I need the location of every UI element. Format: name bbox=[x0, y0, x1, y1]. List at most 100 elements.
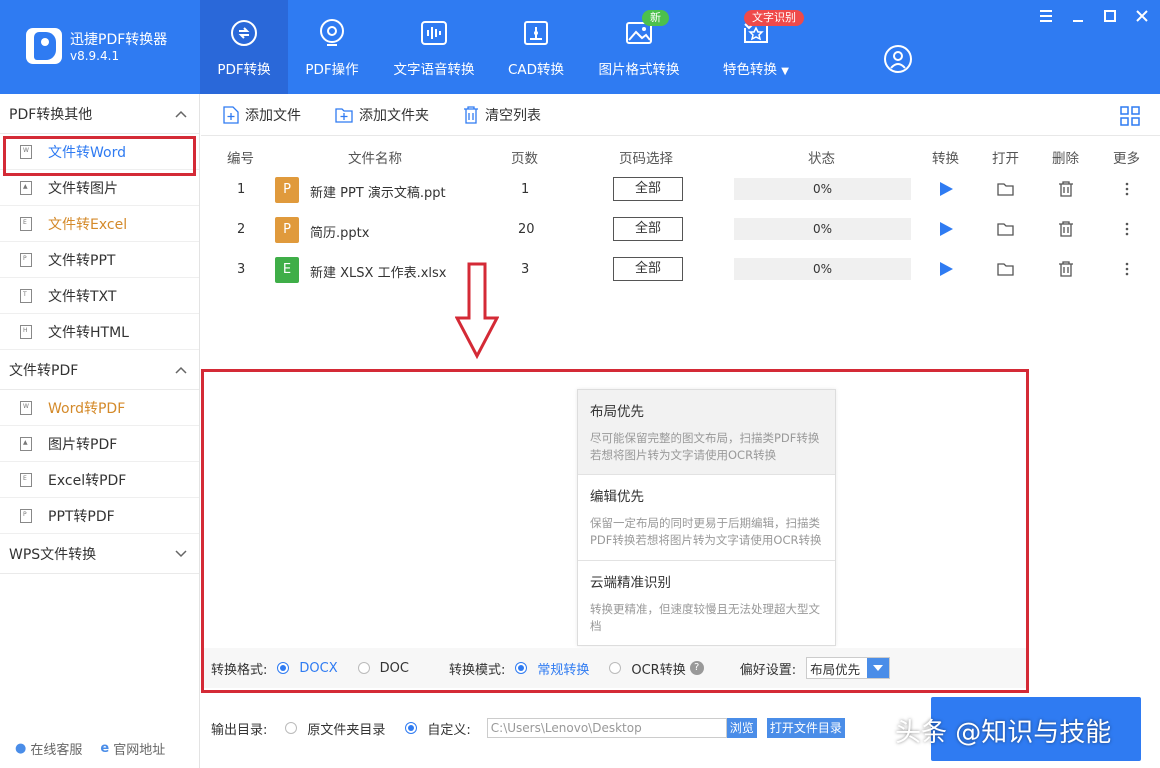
more-vertical-icon[interactable] bbox=[1118, 180, 1136, 198]
folder-open-icon[interactable] bbox=[997, 260, 1015, 278]
sidebar-group-to-pdf[interactable]: 文件转PDF bbox=[0, 350, 199, 390]
help-icon[interactable]: ? bbox=[689, 661, 704, 675]
official-site-link[interactable]: e 官网地址 bbox=[100, 739, 165, 758]
nav-voice-convert[interactable]: 文字语音转换 bbox=[376, 0, 492, 94]
format-doc-radio[interactable]: DOC bbox=[357, 661, 409, 676]
sidebar-item-image-to-pdf[interactable]: ▲ 图片转PDF bbox=[0, 426, 199, 462]
new-badge: 新 bbox=[642, 10, 669, 26]
group-label: PDF转换其他 bbox=[9, 106, 93, 123]
format-docx-radio[interactable]: DOCX bbox=[277, 661, 338, 676]
pref-option-layout[interactable]: 布局优先 尽可能保留完整的图文布局，扫描类PDF转换若想将图片转为文字请使用OC… bbox=[578, 390, 835, 475]
sidebar-item-to-ppt[interactable]: P 文件转PPT bbox=[0, 242, 199, 278]
html-file-icon: H bbox=[20, 324, 32, 339]
browse-button[interactable]: 浏览 bbox=[726, 718, 757, 738]
watermark-text: 头条 @知识与技能 bbox=[895, 718, 1112, 748]
excel-file-icon: E bbox=[20, 216, 32, 231]
page-range-button[interactable]: 全部 bbox=[613, 177, 683, 201]
grid-view-icon[interactable] bbox=[1120, 106, 1140, 126]
output-custom-radio[interactable]: 自定义: bbox=[405, 719, 471, 738]
col-pages: 页数 bbox=[511, 151, 538, 167]
col-status: 状态 bbox=[808, 151, 835, 167]
conversion-settings: 转换格式: DOCX DOC 转换模式: 常规转换 OCR转换? 偏好设置: 布… bbox=[201, 648, 1028, 688]
group-label: WPS文件转换 bbox=[9, 546, 97, 563]
file-name: 新建 PPT 演示文稿.ppt bbox=[310, 186, 446, 201]
word-file-icon: W bbox=[20, 400, 32, 415]
nav-pdf-convert[interactable]: PDF转换 bbox=[200, 0, 288, 94]
file-name: 新建 XLSX 工作表.xlsx bbox=[310, 266, 447, 281]
page-count: 1 bbox=[521, 182, 530, 197]
status-progress: 0% bbox=[734, 258, 911, 280]
col-page-range: 页码选择 bbox=[619, 151, 673, 167]
col-open: 打开 bbox=[992, 151, 1019, 167]
table-row[interactable]: 1 P 新建 PPT 演示文稿.ppt 1 全部 0% bbox=[201, 170, 1160, 210]
minimize-icon[interactable] bbox=[1068, 6, 1088, 26]
status-progress: 0% bbox=[734, 218, 911, 240]
nav-pdf-operate[interactable]: PDF操作 bbox=[288, 0, 376, 94]
nav-feature-convert[interactable]: 文字识别 特色转换 ▼ bbox=[698, 0, 814, 94]
col-number: 编号 bbox=[227, 151, 254, 167]
output-original-radio[interactable]: 原文件夹目录 bbox=[285, 719, 385, 738]
sidebar-item-ppt-to-pdf[interactable]: P PPT转PDF bbox=[0, 498, 199, 534]
play-icon[interactable] bbox=[937, 260, 955, 278]
table-row[interactable]: 2 P 简历.pptx 20 全部 0% bbox=[201, 210, 1160, 250]
sidebar-item-to-image[interactable]: ▲ 文件转图片 bbox=[0, 170, 199, 206]
pref-label: 偏好设置: bbox=[739, 662, 797, 678]
preference-select[interactable]: 布局优先 bbox=[806, 657, 891, 679]
word-file-icon: W bbox=[20, 144, 32, 159]
folder-open-icon[interactable] bbox=[997, 220, 1015, 238]
mode-ocr-radio[interactable]: OCR转换? bbox=[609, 659, 704, 678]
output-path-input[interactable]: C:\Users\Lenovo\Desktop bbox=[486, 718, 727, 738]
play-icon[interactable] bbox=[937, 220, 955, 238]
online-service-link[interactable]: ● 在线客服 bbox=[15, 739, 82, 758]
user-avatar-icon[interactable] bbox=[883, 44, 913, 74]
trash-icon bbox=[464, 105, 478, 124]
page-count: 20 bbox=[518, 222, 535, 237]
open-directory-button[interactable]: 打开文件目录 bbox=[766, 718, 845, 738]
play-icon[interactable] bbox=[937, 180, 955, 198]
pref-option-edit[interactable]: 编辑优先 保留一定布局的同时更易于后期编辑，扫描类PDF转换若想将图片转为文字请… bbox=[578, 475, 835, 561]
close-icon[interactable] bbox=[1132, 6, 1152, 26]
more-vertical-icon[interactable] bbox=[1118, 220, 1136, 238]
preference-dropdown: 布局优先 尽可能保留完整的图文布局，扫描类PDF转换若想将图片转为文字请使用OC… bbox=[577, 389, 836, 646]
nav-label: 文字语音转换 bbox=[393, 62, 475, 78]
sidebar-item-to-txt[interactable]: T 文件转TXT bbox=[0, 278, 199, 314]
clear-list-button[interactable]: 清空列表 bbox=[463, 105, 541, 125]
chevron-down-icon: ▼ bbox=[781, 66, 789, 77]
trash-icon[interactable] bbox=[1057, 220, 1075, 238]
folder-open-icon[interactable] bbox=[997, 180, 1015, 198]
app-version: v8.9.4.1 bbox=[70, 49, 120, 63]
trash-icon[interactable] bbox=[1057, 180, 1075, 198]
pref-option-cloud[interactable]: 云端精准识别 转换更精准，但速度较慢且无法处理超大型文档 bbox=[578, 561, 835, 647]
sidebar-group-pdf-other[interactable]: PDF转换其他 bbox=[0, 94, 199, 134]
maximize-icon[interactable] bbox=[1100, 6, 1120, 26]
sidebar-group-wps[interactable]: WPS文件转换 bbox=[0, 534, 199, 574]
sidebar-item-to-html[interactable]: H 文件转HTML bbox=[0, 314, 199, 350]
row-number: 3 bbox=[237, 262, 246, 277]
menu-icon[interactable] bbox=[1036, 6, 1056, 26]
sidebar-item-word-to-pdf[interactable]: W Word转PDF bbox=[0, 390, 199, 426]
nav-label: 图片格式转换 bbox=[598, 62, 680, 78]
col-filename: 文件名称 bbox=[348, 151, 402, 167]
format-label: 转换格式: bbox=[211, 662, 268, 678]
sidebar-item-to-word[interactable]: W 文件转Word bbox=[0, 134, 199, 170]
sidebar-item-to-excel[interactable]: E 文件转Excel bbox=[0, 206, 199, 242]
mode-label: 转换模式: bbox=[448, 662, 506, 678]
add-folder-button[interactable]: 添加文件夹 bbox=[335, 105, 429, 125]
top-bar: 迅捷PDF转换器 v8.9.4.1 PDF转换 PDF操作 文字语音转换 CAD… bbox=[0, 0, 1160, 94]
add-file-button[interactable]: 添加文件 bbox=[223, 105, 301, 125]
mode-normal-radio[interactable]: 常规转换 bbox=[515, 659, 589, 678]
table-row[interactable]: 3 E 新建 XLSX 工作表.xlsx 3 全部 0% bbox=[201, 250, 1160, 290]
sidebar-item-excel-to-pdf[interactable]: E Excel转PDF bbox=[0, 462, 199, 498]
voice-wave-icon bbox=[419, 18, 449, 48]
col-convert: 转换 bbox=[932, 151, 959, 167]
sidebar-bottom: ● 在线客服 e 官网地址 bbox=[0, 739, 200, 758]
page-range-button[interactable]: 全部 bbox=[613, 257, 683, 281]
nav-image-convert[interactable]: 新 图片格式转换 bbox=[580, 0, 698, 94]
annotation-down-arrow-icon bbox=[455, 262, 499, 360]
ppt-file-icon: P bbox=[20, 252, 32, 267]
pdf-convert-icon bbox=[229, 18, 259, 48]
nav-cad-convert[interactable]: CAD转换 bbox=[492, 0, 580, 94]
page-range-button[interactable]: 全部 bbox=[613, 217, 683, 241]
more-vertical-icon[interactable] bbox=[1118, 260, 1136, 278]
trash-icon[interactable] bbox=[1057, 260, 1075, 278]
